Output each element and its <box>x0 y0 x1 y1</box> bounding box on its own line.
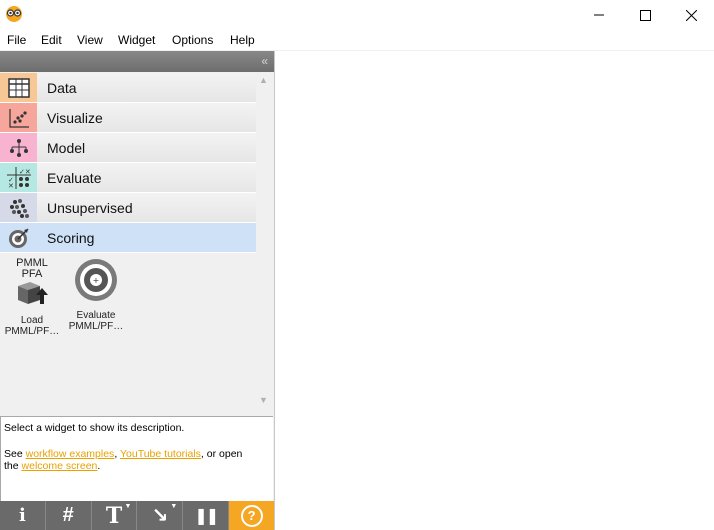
scrollbar[interactable]: ▲ ▼ <box>257 73 272 409</box>
widget-grid: PMML PFA Load PMML/PF… + Evaluate PMML/P… <box>0 254 256 404</box>
widget-label: Load PMML/PF… <box>4 315 60 337</box>
scroll-up-icon[interactable]: ▲ <box>259 75 268 85</box>
pause-button[interactable]: ❚❚ <box>183 501 230 530</box>
the-text: the <box>4 460 22 472</box>
scroll-down-icon[interactable]: ▼ <box>259 395 268 405</box>
category-label: Evaluate <box>47 170 102 186</box>
cluster-dots-icon <box>0 193 37 222</box>
pfa-label: PFA <box>21 268 43 280</box>
scatter-plot-icon <box>0 103 37 132</box>
menu-file[interactable]: File <box>7 33 26 47</box>
category-label: Visualize <box>47 110 103 126</box>
maximize-button[interactable] <box>622 0 668 30</box>
or-open-text: , or open <box>200 448 243 460</box>
youtube-tutorials-link[interactable]: YouTube tutorials <box>120 448 201 460</box>
arrow-icon: ↘ <box>151 505 169 527</box>
menu-options[interactable]: Options <box>172 33 213 47</box>
title-bar <box>0 0 714 30</box>
welcome-screen-link[interactable]: welcome screen <box>22 460 98 472</box>
svg-text:+: + <box>93 276 100 285</box>
description-line: the welcome screen. <box>4 460 242 472</box>
maximize-icon <box>639 9 651 21</box>
category-list: Data Visualize Model ✓✕ ✓ ✕ Evaluate Uns… <box>0 73 256 253</box>
close-icon <box>685 9 697 21</box>
category-label: Unsupervised <box>47 200 133 216</box>
minimize-button[interactable] <box>576 0 622 30</box>
category-label: Data <box>47 80 77 96</box>
widget-load-pmml[interactable]: PMML PFA Load PMML/PF… <box>2 258 62 338</box>
category-label: Model <box>47 140 86 156</box>
dropdown-arrow-icon: ▼ <box>124 503 132 510</box>
info-button[interactable]: i <box>0 501 46 530</box>
see-text: See <box>4 448 26 460</box>
info-icon: i <box>18 505 26 526</box>
orange-app-icon <box>6 6 22 22</box>
evaluate-grid-icon: ✓✕ ✓ ✕ <box>0 163 37 192</box>
description-line: Select a widget to show its description. <box>4 422 185 434</box>
svg-text:✕: ✕ <box>8 182 14 189</box>
workflow-examples-link[interactable]: workflow examples <box>26 448 115 460</box>
category-model[interactable]: Model <box>0 133 256 163</box>
menu-view[interactable]: View <box>77 33 103 47</box>
grid-button[interactable]: # <box>46 501 92 530</box>
widget-evaluate-pmml[interactable]: + Evaluate PMML/PF… <box>66 258 126 332</box>
tree-model-icon <box>0 133 37 162</box>
description-links: See workflow examples, YouTube tutorials… <box>4 448 242 460</box>
category-visualize[interactable]: Visualize <box>0 103 256 133</box>
menu-edit[interactable]: Edit <box>41 33 62 47</box>
dropdown-arrow-icon: ▼ <box>170 503 178 510</box>
arrow-annotation-button[interactable]: ↘ ▼ <box>137 501 184 530</box>
category-label: Scoring <box>47 230 95 246</box>
widget-label: Evaluate PMML/PF… <box>68 310 124 332</box>
target-icon <box>0 223 37 252</box>
widget-panel: « Data Visualize Model ✓✕ ✓ ✕ Evaluate U… <box>0 51 275 530</box>
menu-bar: File Edit View Widget Options Help <box>0 30 714 51</box>
category-data[interactable]: Data <box>0 73 256 103</box>
pause-icon: ❚❚ <box>194 507 219 525</box>
close-button[interactable] <box>668 0 714 30</box>
menu-help[interactable]: Help <box>230 33 255 47</box>
menu-widget[interactable]: Widget <box>118 33 155 47</box>
help-button[interactable]: ? <box>229 501 274 530</box>
period-text: . <box>97 460 101 472</box>
text-icon: T <box>105 502 123 529</box>
load-package-icon <box>18 282 48 304</box>
category-evaluate[interactable]: ✓✕ ✓ ✕ Evaluate <box>0 163 256 193</box>
description-box: Select a widget to show its description.… <box>0 416 273 502</box>
minimize-icon <box>594 14 604 16</box>
evaluate-disc-icon: + <box>75 259 117 301</box>
bottom-toolbar: i # T ▼ ↘ ▼ ❚❚ ? <box>0 501 274 530</box>
svg-text:✓✕: ✓✕ <box>19 168 31 176</box>
panel-header: « <box>0 51 274 72</box>
grid-icon: # <box>62 504 74 526</box>
collapse-panel-icon[interactable]: « <box>261 54 268 68</box>
category-scoring[interactable]: Scoring <box>0 223 256 253</box>
help-icon: ? <box>240 504 263 527</box>
data-table-icon <box>0 73 37 102</box>
text-annotation-button[interactable]: T ▼ <box>92 501 138 530</box>
description-text: Select a widget to show its description.… <box>4 422 242 472</box>
category-unsupervised[interactable]: Unsupervised <box>0 193 256 223</box>
workflow-canvas[interactable] <box>275 51 714 530</box>
